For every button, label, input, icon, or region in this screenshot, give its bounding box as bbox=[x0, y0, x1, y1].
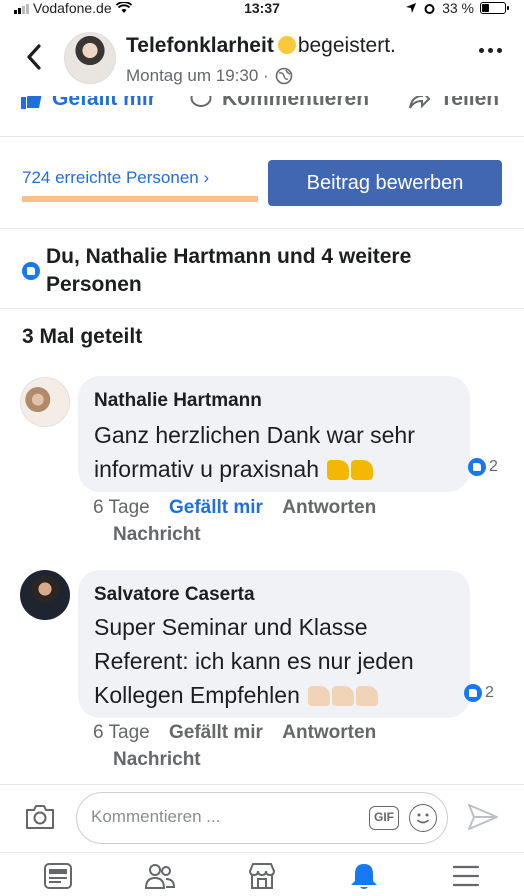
comment-message-label: Nachricht bbox=[113, 749, 201, 770]
comment-bubble-icon bbox=[190, 96, 212, 107]
send-icon[interactable] bbox=[466, 802, 500, 832]
comment-like-button[interactable]: Gefällt mir bbox=[169, 722, 263, 743]
tab-menu[interactable] bbox=[446, 860, 486, 892]
like-reaction-icon bbox=[468, 458, 486, 476]
like-action-button[interactable]: Gefällt mir bbox=[20, 96, 156, 111]
comment-composer[interactable]: GIF bbox=[76, 792, 448, 844]
comment-age: 6 Tage bbox=[93, 497, 150, 518]
comment-input[interactable] bbox=[91, 807, 351, 827]
comment-bubble: Salvatore Caserta Super Seminar und Klas… bbox=[78, 570, 470, 718]
comment-age: 6 Tage bbox=[93, 722, 150, 743]
thumbs-up-emoji-icon bbox=[306, 681, 379, 715]
feeling-emoji-icon bbox=[277, 36, 296, 54]
share-arrow-icon bbox=[409, 96, 430, 109]
alarm-icon bbox=[424, 3, 435, 14]
divider bbox=[0, 228, 524, 229]
like-reaction-icon bbox=[464, 684, 482, 702]
thumbs-up-icon bbox=[21, 96, 42, 109]
post-detail-screen: Vodafone.de 13:37 33 % Telefonklarheit be… bbox=[0, 0, 524, 896]
feeling-text: begeistert. bbox=[297, 34, 396, 57]
battery-percent: 33 % bbox=[442, 0, 474, 16]
comment-message-button[interactable]: Nachricht bbox=[113, 524, 201, 546]
status-right: 33 % bbox=[405, 0, 509, 16]
more-icon[interactable] bbox=[479, 48, 502, 53]
comment-text: Ganz herzlichen Dank war sehr informativ… bbox=[94, 418, 464, 489]
tab-notifications[interactable] bbox=[344, 860, 384, 892]
post-action-row: Gefällt mir Kommentieren Teilen bbox=[0, 96, 524, 114]
promote-post-button[interactable]: Beitrag bewerben bbox=[268, 160, 502, 206]
friends-icon bbox=[144, 864, 176, 889]
menu-icon bbox=[452, 865, 480, 887]
divider bbox=[0, 784, 524, 785]
back-chevron-icon[interactable] bbox=[22, 42, 46, 72]
marketplace-icon bbox=[248, 863, 276, 889]
reach-link[interactable]: 724 erreichte Personen › bbox=[22, 168, 209, 188]
reaction-count-text: 2 bbox=[489, 458, 498, 475]
reach-highlight-bar bbox=[22, 196, 258, 202]
battery-icon bbox=[480, 2, 509, 14]
like-reaction-icon bbox=[22, 262, 40, 280]
reactions-summary[interactable]: Du, Nathalie Hartmann und 4 weitere Pers… bbox=[46, 243, 486, 299]
reaction-count-text: 2 bbox=[485, 684, 494, 701]
comment-text: Super Seminar und Klasse Referent: ich k… bbox=[94, 610, 464, 715]
comment-meta-row: 6 Tage Gefällt mir Antworten bbox=[93, 497, 376, 519]
comment-like-button[interactable]: Gefällt mir bbox=[169, 497, 263, 518]
notifications-icon bbox=[351, 864, 377, 889]
page-avatar[interactable] bbox=[64, 32, 116, 84]
comment-reaction-count[interactable]: 2 bbox=[468, 458, 498, 476]
comment-author[interactable]: Salvatore Caserta bbox=[94, 584, 255, 606]
divider bbox=[0, 308, 524, 309]
comment-message-button[interactable]: Nachricht bbox=[113, 749, 201, 771]
emoji-smile-icon[interactable] bbox=[409, 804, 437, 832]
post-header-title: Telefonklarheit begeistert. bbox=[126, 34, 396, 58]
globe-icon bbox=[275, 67, 293, 85]
page-name[interactable]: Telefonklarheit bbox=[126, 34, 274, 57]
tab-marketplace[interactable] bbox=[242, 860, 282, 892]
post-timestamp[interactable]: Montag um 19:30 · bbox=[126, 66, 269, 86]
comment-reply-button[interactable]: Antworten bbox=[282, 497, 376, 518]
reach-text: 724 erreichte Personen bbox=[22, 168, 199, 187]
status-bar: Vodafone.de 13:37 33 % bbox=[0, 0, 524, 18]
share-action-button[interactable]: Teilen bbox=[408, 96, 499, 111]
comment-bubble: Nathalie Hartmann Ganz herzlichen Dank w… bbox=[78, 376, 470, 492]
like-action-label: Gefällt mir bbox=[52, 96, 156, 110]
shares-count[interactable]: 3 Mal geteilt bbox=[22, 325, 142, 349]
comment-action-label: Kommentieren bbox=[222, 96, 370, 110]
comment-meta-row: 6 Tage Gefällt mir Antworten bbox=[93, 722, 376, 744]
chevron-right-icon: › bbox=[203, 168, 210, 187]
divider bbox=[0, 852, 524, 853]
location-arrow-icon bbox=[406, 3, 417, 13]
tab-news-feed[interactable] bbox=[38, 860, 78, 892]
camera-icon[interactable] bbox=[24, 804, 56, 830]
comment-message-label: Nachricht bbox=[113, 524, 201, 545]
divider bbox=[0, 136, 524, 137]
comment-reaction-count[interactable]: 2 bbox=[464, 684, 494, 702]
comment-author[interactable]: Nathalie Hartmann bbox=[94, 390, 262, 412]
comment-reply-button[interactable]: Antworten bbox=[282, 722, 376, 743]
thumbs-up-emoji-icon bbox=[325, 455, 374, 489]
commenter-avatar[interactable] bbox=[20, 377, 70, 427]
tab-friends[interactable] bbox=[140, 860, 180, 892]
commenter-avatar[interactable] bbox=[20, 570, 70, 620]
news-feed-icon bbox=[44, 863, 72, 889]
post-meta: Montag um 19:30 · bbox=[126, 66, 293, 86]
gif-button[interactable]: GIF bbox=[369, 806, 399, 830]
comment-action-button[interactable]: Kommentieren bbox=[190, 96, 369, 111]
share-action-label: Teilen bbox=[440, 96, 500, 110]
